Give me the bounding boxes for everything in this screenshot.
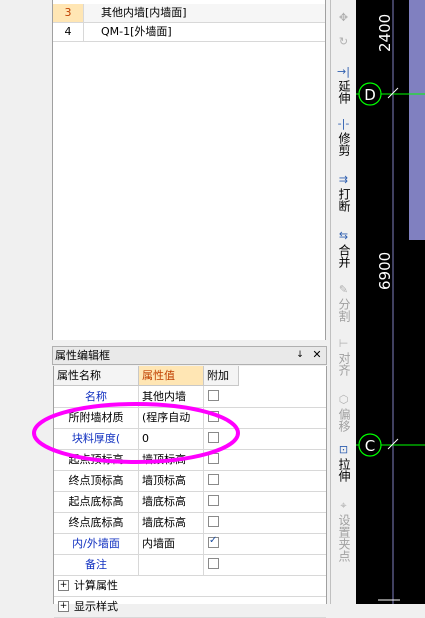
canvas-drawing: D C 2400 6900 bbox=[356, 0, 425, 604]
property-value[interactable]: 内墙面 bbox=[139, 533, 204, 554]
split-button[interactable]: ✎ 分割 bbox=[331, 284, 356, 326]
offset-icon: ⬡ bbox=[338, 393, 349, 406]
annotation-ellipse bbox=[32, 402, 240, 464]
stretch-icon: ⊡ bbox=[338, 443, 349, 456]
property-name: 备注 bbox=[54, 554, 139, 575]
list-item[interactable]: 3 其他内墙[内墙面] bbox=[53, 4, 325, 23]
table-row[interactable]: 终点底标高 墙底标高 bbox=[54, 512, 326, 534]
list-item-name: QM-1[外墙面] bbox=[101, 25, 172, 38]
attach-checkbox[interactable] bbox=[208, 516, 219, 527]
merge-button[interactable]: ⇆ 合并 bbox=[331, 230, 356, 272]
table-row[interactable]: 备注 bbox=[54, 554, 326, 576]
split-label: 分割 bbox=[337, 298, 351, 322]
attach-checkbox[interactable] bbox=[208, 535, 219, 548]
axis-label-d: D bbox=[364, 86, 376, 104]
break-icon: ⇉ bbox=[338, 173, 349, 186]
property-name: 起点底标高 bbox=[54, 491, 139, 512]
drawing-canvas[interactable]: D C 2400 6900 bbox=[356, 0, 425, 604]
property-name: 终点顶标高 bbox=[54, 470, 139, 491]
rotate-icon: ↻ bbox=[338, 35, 349, 48]
offset-label: 偏移 bbox=[337, 408, 351, 432]
attach-checkbox[interactable] bbox=[208, 558, 219, 569]
rotate-button[interactable]: ↻ bbox=[331, 36, 356, 50]
align-icon: ⊢ bbox=[338, 337, 349, 350]
align-label: 对齐 bbox=[337, 352, 351, 376]
close-icon[interactable]: ✕ bbox=[311, 347, 323, 363]
property-name: 内/外墙面 bbox=[54, 533, 139, 554]
group-name: 显示样式 bbox=[74, 600, 118, 613]
property-value[interactable] bbox=[139, 554, 204, 575]
dimension-text-top: 2400 bbox=[376, 14, 394, 52]
stretch-button[interactable]: ⊡ 拉伸 bbox=[331, 444, 356, 486]
trim-button[interactable]: -|- 修剪 bbox=[331, 118, 356, 160]
merge-icon: ⇆ bbox=[338, 229, 349, 242]
extend-label: 延伸 bbox=[337, 80, 351, 104]
property-value[interactable]: 墙底标高 bbox=[139, 512, 204, 533]
header-property-name: 属性名称 bbox=[54, 366, 139, 386]
property-panel-title: 属性编辑框 bbox=[55, 349, 110, 362]
split-icon: ✎ bbox=[338, 283, 349, 296]
group-row[interactable]: + 计算属性 bbox=[54, 575, 326, 597]
trim-icon: -|- bbox=[337, 117, 350, 130]
group-name: 计算属性 bbox=[74, 579, 118, 592]
property-panel-header: 属性编辑框 ↓ ✕ bbox=[52, 346, 327, 365]
property-name: 终点底标高 bbox=[54, 512, 139, 533]
align-button[interactable]: ⊢ 对齐 bbox=[331, 338, 356, 380]
header-property-value: 属性值 bbox=[139, 366, 204, 386]
list-item-number: 3 bbox=[53, 4, 84, 22]
trim-label: 修剪 bbox=[337, 132, 351, 156]
break-button[interactable]: ⇉ 打断 bbox=[331, 174, 356, 216]
table-row[interactable]: 内/外墙面 内墙面 bbox=[54, 533, 326, 555]
stretch-label: 拉伸 bbox=[337, 458, 351, 482]
list-item-number: 4 bbox=[53, 23, 84, 41]
wall-segment bbox=[409, 0, 425, 240]
list-item[interactable]: 4 QM-1[外墙面] bbox=[53, 23, 325, 42]
list-item-name: 其他内墙[内墙面] bbox=[101, 6, 187, 19]
left-panel: 3 其他内墙[内墙面] 4 QM-1[外墙面] 属性编辑框 ↓ ✕ 属性名称 属… bbox=[0, 0, 330, 618]
set-node-label: 设置夹点 bbox=[337, 514, 351, 562]
axis-label-c: C bbox=[365, 437, 375, 455]
group-row[interactable]: + 显示样式 bbox=[54, 596, 326, 618]
expand-icon[interactable]: + bbox=[58, 601, 69, 612]
break-label: 打断 bbox=[337, 188, 351, 212]
extend-button[interactable]: →| 延伸 bbox=[331, 66, 356, 108]
attach-checkbox[interactable] bbox=[208, 495, 219, 506]
table-row[interactable]: 终点顶标高 墙顶标高 bbox=[54, 470, 326, 492]
wall-list[interactable]: 3 其他内墙[内墙面] 4 QM-1[外墙面] bbox=[52, 0, 326, 340]
dimension-text-mid: 6900 bbox=[376, 252, 394, 290]
table-row[interactable]: 起点底标高 墙底标高 bbox=[54, 491, 326, 513]
edit-toolbar: ✥ ↻ →| 延伸 -|- 修剪 ⇉ 打断 ⇆ 合并 ✎ 分割 ⊢ 对齐 ⬡ 偏移 ⊡ 拉伸 ⌖… bbox=[330, 0, 357, 604]
header-attach: 附加 bbox=[204, 366, 239, 386]
extend-icon: →| bbox=[337, 65, 350, 78]
expand-icon[interactable]: + bbox=[58, 580, 69, 591]
merge-label: 合并 bbox=[337, 244, 351, 268]
set-node-button[interactable]: ⌖ 设置夹点 bbox=[331, 500, 356, 566]
offset-button[interactable]: ⬡ 偏移 bbox=[331, 394, 356, 436]
attach-checkbox[interactable] bbox=[208, 474, 219, 485]
move-button[interactable]: ✥ bbox=[331, 12, 356, 26]
node-icon: ⌖ bbox=[340, 499, 347, 512]
property-value[interactable]: 墙顶标高 bbox=[139, 470, 204, 491]
pin-icon[interactable]: ↓ bbox=[294, 347, 306, 363]
property-value[interactable]: 墙底标高 bbox=[139, 491, 204, 512]
move-icon: ✥ bbox=[338, 11, 349, 24]
